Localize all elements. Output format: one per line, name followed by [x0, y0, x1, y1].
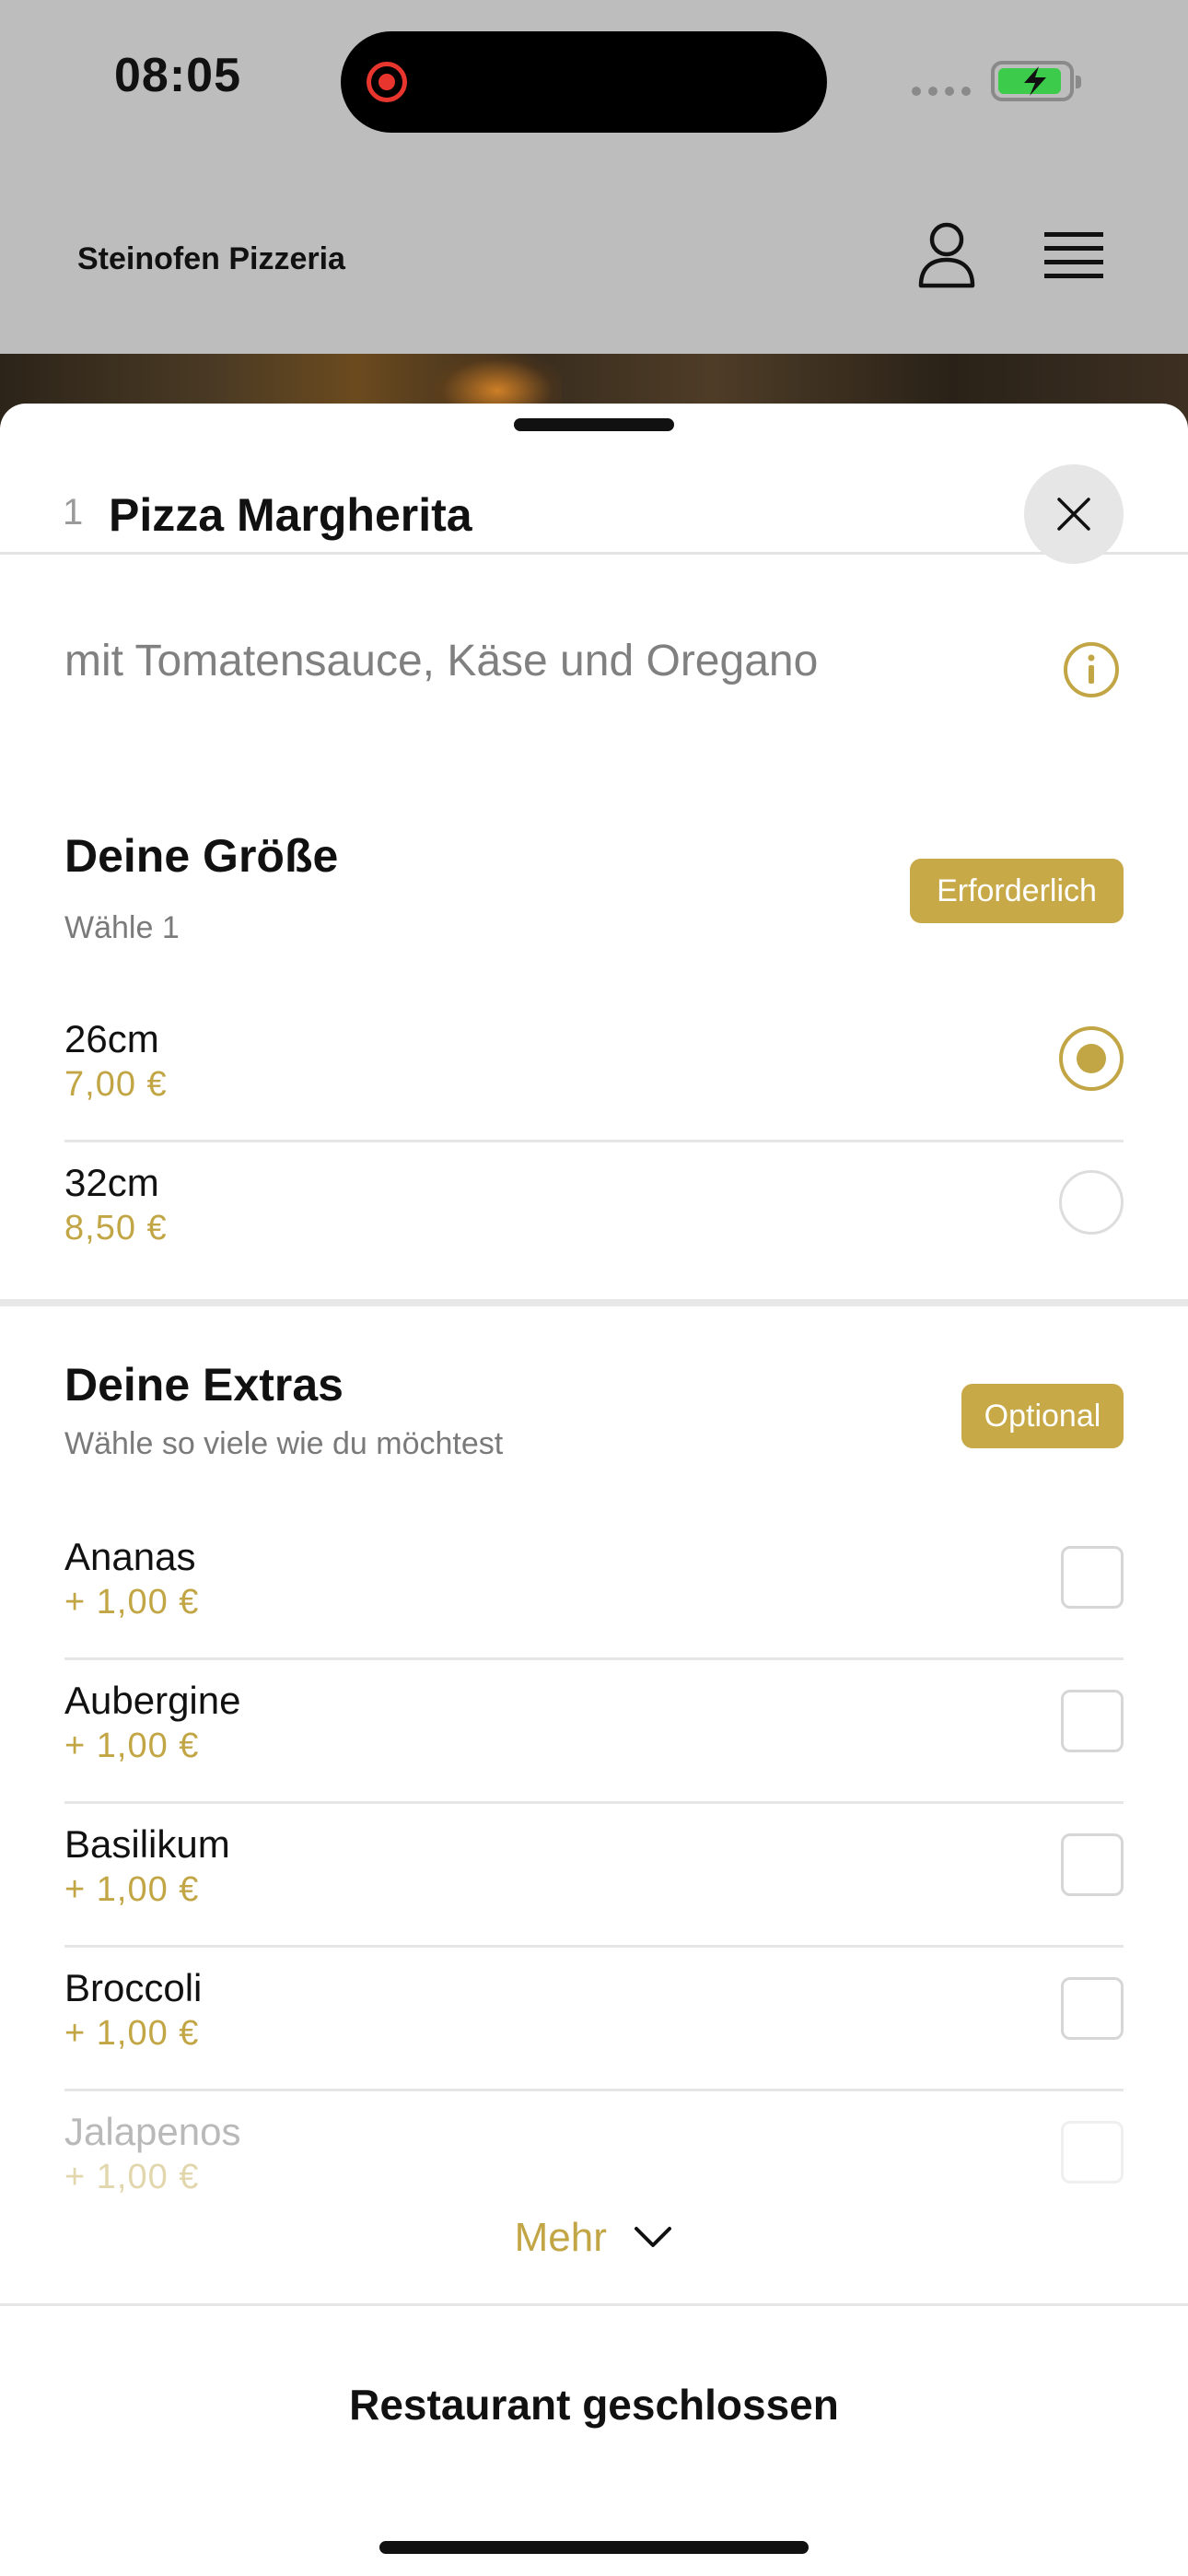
extra-option-broccoli[interactable]: Broccoli + 1,00 € — [64, 1948, 1124, 2091]
checkbox[interactable] — [1061, 2121, 1124, 2184]
checkbox[interactable] — [1061, 1546, 1124, 1609]
hamburger-menu-icon[interactable] — [1044, 230, 1103, 282]
option-price: 7,00 € — [64, 1065, 168, 1104]
optional-badge: Optional — [961, 1384, 1124, 1448]
app-header: Steinofen Pizzeria — [0, 157, 1188, 354]
size-section-subtitle: Wähle 1 — [64, 910, 180, 945]
option-price: + 1,00 € — [64, 1583, 200, 1622]
required-badge: Erforderlich — [910, 859, 1124, 923]
battery-charging-icon — [991, 61, 1081, 101]
restaurant-name[interactable]: Steinofen Pizzeria — [77, 241, 345, 277]
option-price: 8,50 € — [64, 1209, 168, 1247]
option-price: + 1,00 € — [64, 2014, 200, 2053]
show-more-label: Mehr — [514, 2215, 607, 2260]
size-option-26cm[interactable]: 26cm 7,00 € — [64, 999, 1124, 1142]
option-name: 32cm — [64, 1161, 159, 1204]
size-option-32cm[interactable]: 32cm 8,50 € — [64, 1142, 1124, 1286]
item-description: mit Tomatensauce, Käse und Oregano — [64, 637, 819, 685]
product-sheet: 1 Pizza Margherita mit Tomatensauce, Käs… — [0, 404, 1188, 2576]
checkbox[interactable] — [1061, 1833, 1124, 1896]
sheet-grabber[interactable] — [514, 418, 674, 431]
close-icon — [1057, 498, 1090, 531]
option-name: Ananas — [64, 1535, 196, 1578]
option-name: Basilikum — [64, 1822, 230, 1866]
option-name: Jalapenos — [64, 2110, 241, 2153]
item-title: Pizza Margherita — [109, 489, 472, 541]
radio-unselected[interactable] — [1059, 1170, 1124, 1235]
extra-option-ananas[interactable]: Ananas + 1,00 € — [64, 1516, 1124, 1660]
checkbox[interactable] — [1061, 1690, 1124, 1752]
sheet-footer: Restaurant geschlossen — [0, 2303, 1188, 2576]
chevron-down-icon — [635, 2227, 672, 2247]
show-more-button[interactable]: Mehr — [0, 2215, 1188, 2289]
option-price: + 1,00 € — [64, 2158, 200, 2196]
option-price: + 1,00 € — [64, 1870, 200, 1909]
option-price: + 1,00 € — [64, 1727, 200, 1765]
option-name: 26cm — [64, 1017, 159, 1060]
extra-option-jalapenos[interactable]: Jalapenos + 1,00 € — [64, 2091, 1124, 2202]
extra-option-aubergine[interactable]: Aubergine + 1,00 € — [64, 1660, 1124, 1804]
cellular-signal-icon — [912, 87, 971, 96]
home-indicator[interactable] — [379, 2541, 809, 2554]
recording-indicator-icon — [367, 62, 407, 102]
user-account-icon[interactable] — [917, 221, 976, 289]
dynamic-island — [341, 31, 827, 133]
status-time: 08:05 — [114, 49, 241, 102]
status-bar: 08:05 — [0, 0, 1188, 157]
checkbox[interactable] — [1061, 1977, 1124, 2040]
radio-selected[interactable] — [1059, 1026, 1124, 1091]
restaurant-closed-label: Restaurant geschlossen — [349, 2381, 839, 2429]
sheet-title-row: 1 Pizza Margherita — [0, 440, 1188, 564]
extra-option-basilikum[interactable]: Basilikum + 1,00 € — [64, 1804, 1124, 1948]
section-divider — [0, 1299, 1188, 1306]
close-button[interactable] — [1024, 464, 1124, 564]
extras-section-subtitle: Wähle so viele wie du möchtest — [64, 1426, 504, 1461]
option-name: Broccoli — [64, 1966, 203, 2009]
extras-section-title: Deine Extras — [64, 1359, 344, 1411]
item-quantity: 1 — [63, 492, 84, 533]
option-name: Aubergine — [64, 1679, 241, 1722]
info-icon[interactable] — [1063, 641, 1120, 698]
size-section-title: Deine Größe — [64, 830, 339, 882]
